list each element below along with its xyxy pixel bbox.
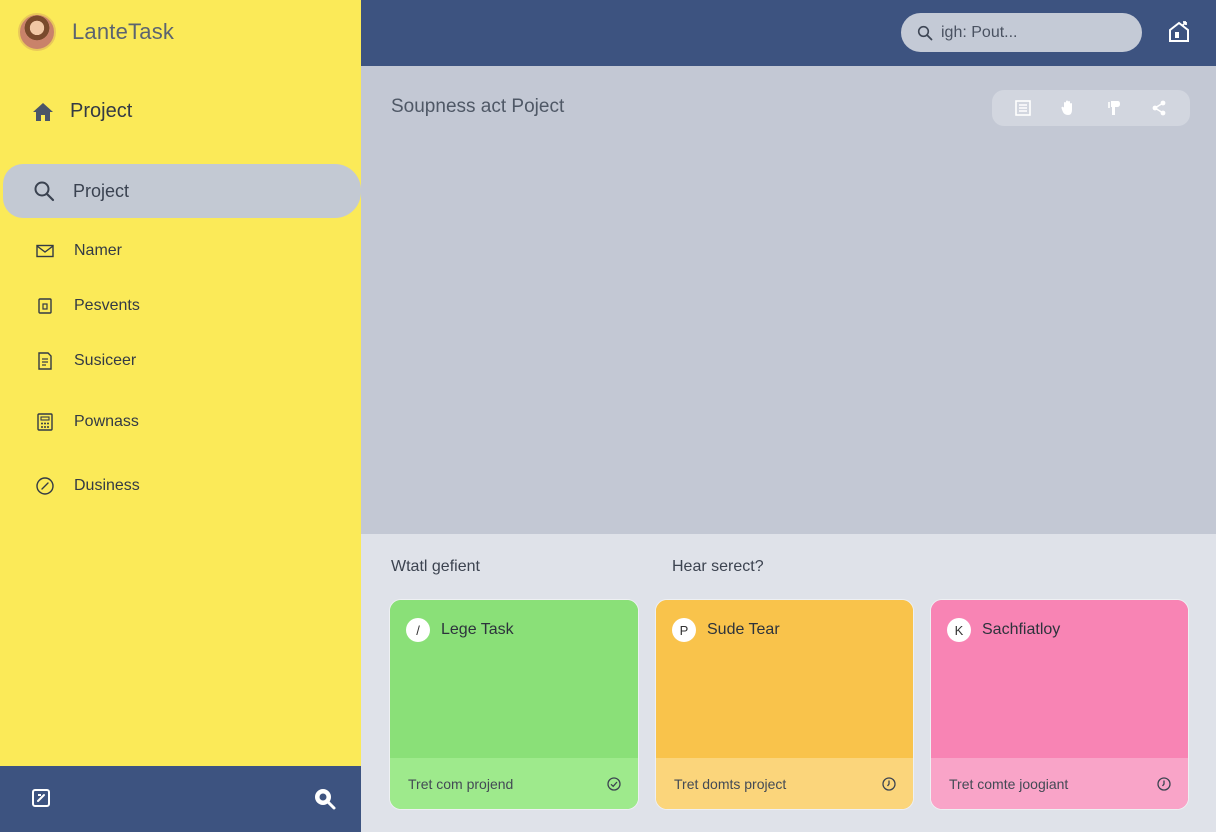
sidebar-item-label: Namer [74, 242, 123, 259]
sidebar-item-pesvents[interactable]: Pesvents [0, 286, 361, 326]
notes-icon [34, 350, 56, 372]
clock-icon [34, 475, 56, 497]
card-title: Lege Task [441, 621, 514, 638]
top-bar [361, 0, 1216, 66]
card-badge: K [947, 618, 971, 642]
sidebar-item-susiceer[interactable]: Susiceer [0, 341, 361, 381]
sidebar-home-label: Project [70, 100, 133, 122]
sidebar-item-dusiness[interactable]: Dusiness [0, 466, 361, 506]
toolbar [992, 90, 1190, 126]
share-icon[interactable] [1145, 94, 1173, 122]
hand-icon[interactable] [1054, 94, 1082, 122]
page-title: Soupness act Poject [391, 96, 565, 117]
section-label-right: Hear serect? [672, 558, 764, 575]
pin-icon[interactable] [1100, 94, 1128, 122]
card-footer-text: Trеt domts project [674, 775, 787, 792]
sidebar-footer [0, 766, 361, 832]
document-icon [34, 295, 56, 317]
sidebar-item-label: Susiceer [74, 352, 137, 369]
card-footer: Trеt domts project [656, 758, 913, 809]
lower-section: Wtatl gefient Hear serect? / Lege Task T… [361, 534, 1216, 832]
search-bar[interactable] [901, 13, 1142, 52]
task-card[interactable]: K Sachfiatloy Tret comte joogiant [930, 599, 1189, 810]
card-footer: Tret comte joogiant [931, 758, 1188, 809]
sidebar-item-label: Project [73, 180, 130, 201]
app-name: LanteTask [72, 19, 175, 44]
card-badge: / [406, 618, 430, 642]
search-input[interactable] [941, 23, 1131, 42]
sidebar-item-label: Pownass [74, 413, 139, 430]
home-icon [32, 101, 54, 123]
card-badge: P [672, 618, 696, 642]
clock-circle-icon[interactable] [881, 776, 897, 792]
clock-circle-icon[interactable] [1156, 776, 1172, 792]
check-circle-icon[interactable] [606, 776, 622, 792]
list-icon[interactable] [1009, 94, 1037, 122]
task-card[interactable]: P Sude Tear Trеt domts project [655, 599, 914, 810]
sidebar-home[interactable]: Project [32, 100, 132, 123]
calculator-icon [34, 411, 56, 433]
search-icon [33, 180, 55, 202]
mail-icon [34, 240, 56, 262]
card-footer-text: Tret com projend [408, 775, 514, 792]
card-title: Sachfiatloy [982, 621, 1061, 638]
zoom-icon[interactable] [313, 787, 337, 811]
sidebar-item-project[interactable]: Project [3, 164, 361, 218]
edit-square-icon[interactable] [30, 787, 52, 809]
main-content: Soupness act Poject [361, 66, 1216, 534]
search-icon [917, 25, 933, 41]
sidebar-item-pownass[interactable]: Pownass [0, 402, 361, 442]
sidebar-item-label: Dusiness [74, 477, 140, 494]
sidebar: LanteTask Project Project Namer Pesvents… [0, 0, 361, 832]
task-card[interactable]: / Lege Task Tret com projend [389, 599, 639, 810]
avatar[interactable] [18, 13, 56, 51]
brand[interactable]: LanteTask [18, 13, 174, 51]
card-footer: Tret com projend [390, 758, 638, 809]
card-footer-text: Tret comte joogiant [949, 775, 1069, 792]
sidebar-item-namer[interactable]: Namer [0, 231, 361, 271]
card-title: Sude Tear [707, 621, 780, 638]
sidebar-item-label: Pesvents [74, 297, 140, 314]
share-home-icon[interactable] [1167, 20, 1191, 44]
section-label-left: Wtatl gefient [391, 558, 480, 575]
